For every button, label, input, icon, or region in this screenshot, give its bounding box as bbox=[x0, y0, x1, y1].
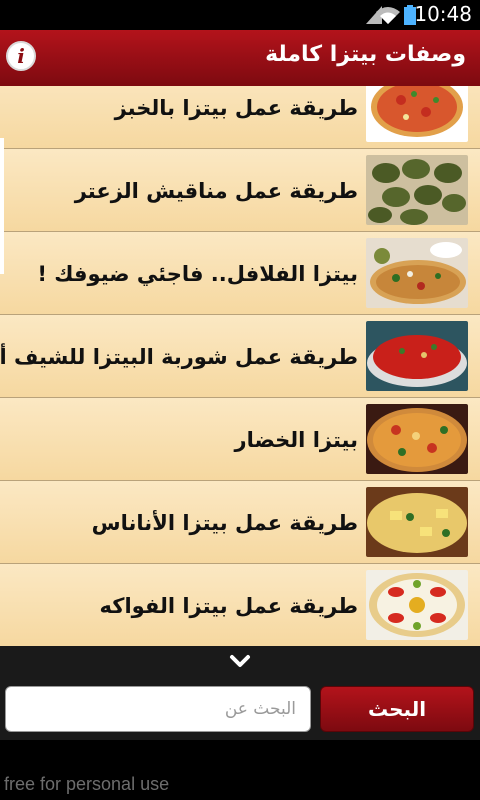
falafel-pizza-image bbox=[366, 238, 468, 308]
list-item-label: طريقة عمل بيتزا الفواكه bbox=[99, 593, 358, 618]
footer: free for personal use bbox=[0, 740, 480, 800]
list-item[interactable]: طريقة عمل بيتزا بالخبز bbox=[0, 86, 480, 149]
pizza-bread-image bbox=[366, 86, 468, 142]
vegetable-pizza-image bbox=[366, 404, 468, 474]
pineapple-pizza-image bbox=[366, 487, 468, 557]
list-item[interactable]: طريقة عمل بيتزا الأناناس bbox=[0, 481, 480, 564]
wifi-icon bbox=[376, 6, 400, 28]
list-item[interactable]: طريقة عمل شوربة البيتزا للشيف أسامة bbox=[0, 315, 480, 398]
list-item-label: طريقة عمل بيتزا بالخبز bbox=[114, 95, 358, 120]
list-item[interactable]: بيتزا الخضار bbox=[0, 398, 480, 481]
list-item[interactable]: طريقة عمل بيتزا الفواكه bbox=[0, 564, 480, 646]
list-item-label: طريقة عمل بيتزا الأناناس bbox=[91, 510, 358, 535]
list-item-label: بيتزا الخضار bbox=[234, 427, 359, 452]
search-button[interactable]: البحث bbox=[320, 686, 474, 732]
info-glyph: i bbox=[17, 44, 25, 68]
list-item-label: بيتزا الفلافل.. فاجئي ضيوفك ! bbox=[37, 261, 358, 286]
scroll-more-button[interactable] bbox=[0, 646, 480, 678]
list-item-label: طريقة عمل مناقيش الزعتر bbox=[74, 178, 358, 203]
recipe-list[interactable]: طريقة عمل بيتزا بالخبز طريقة عمل مناقيش … bbox=[0, 86, 480, 646]
app-bar: i وصفات بيتزا كاملة bbox=[0, 30, 480, 88]
list-item[interactable]: طريقة عمل مناقيش الزعتر bbox=[0, 149, 480, 232]
list-item-label: طريقة عمل شوربة البيتزا للشيف أسامة bbox=[0, 344, 358, 369]
info-icon[interactable]: i bbox=[6, 41, 36, 71]
status-bar: 10:48 bbox=[0, 0, 480, 30]
search-bar: البحث bbox=[0, 678, 480, 740]
clock: 10:48 bbox=[414, 2, 472, 26]
zaatar-manakish-image bbox=[366, 155, 468, 225]
list-item[interactable]: بيتزا الفلافل.. فاجئي ضيوفك ! bbox=[0, 232, 480, 315]
left-edge-strip bbox=[0, 138, 4, 274]
fruit-pizza-image bbox=[366, 570, 468, 640]
watermark-text: free for personal use bbox=[4, 774, 170, 794]
search-input[interactable] bbox=[5, 686, 311, 732]
pizza-soup-image bbox=[366, 321, 468, 391]
page-title: وصفات بيتزا كاملة bbox=[265, 42, 466, 67]
chevron-down-icon bbox=[229, 653, 251, 672]
